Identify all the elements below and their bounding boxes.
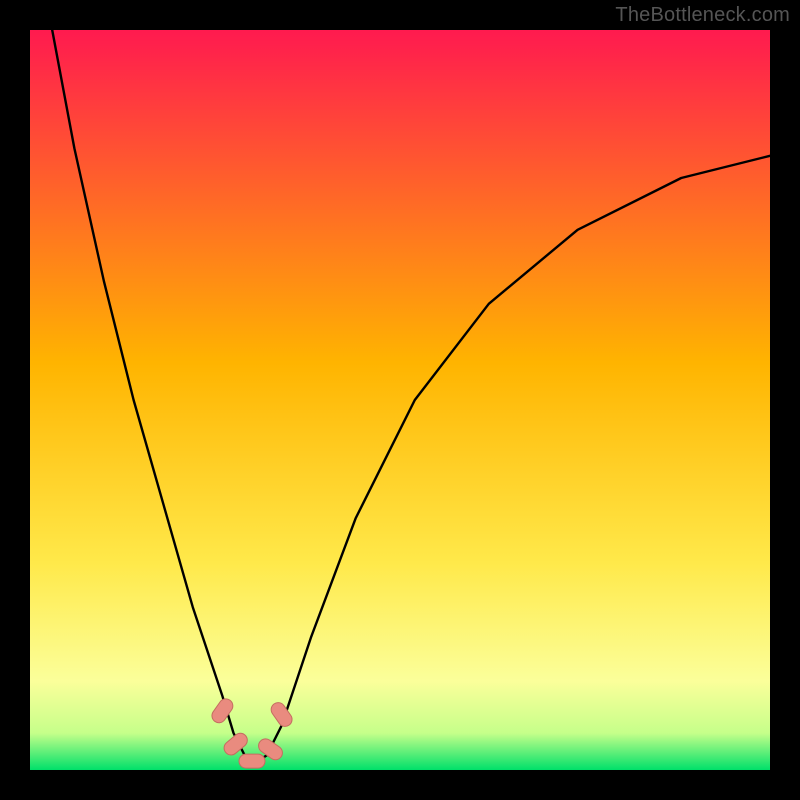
chart-svg xyxy=(0,0,800,800)
curve-marker xyxy=(239,754,265,768)
chart-stage: TheBottleneck.com xyxy=(0,0,800,800)
watermark-label: TheBottleneck.com xyxy=(615,4,790,27)
